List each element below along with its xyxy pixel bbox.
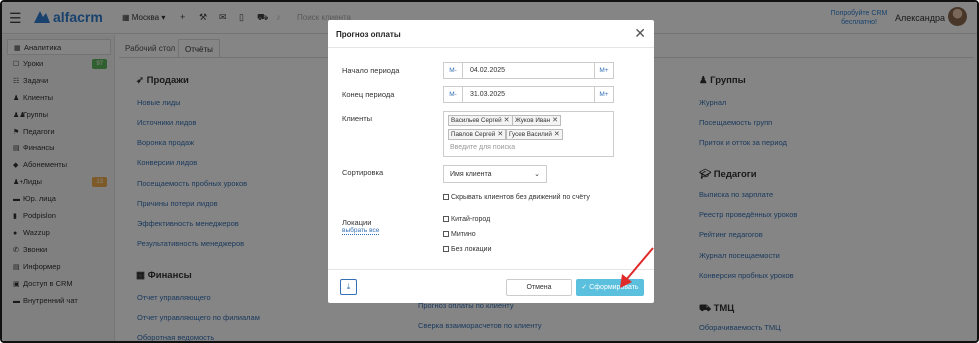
select-all-link[interactable]: выбрать все [342, 227, 380, 235]
clients-search-input[interactable]: Введите для поиска [450, 144, 515, 151]
hide-inactive-label: Скрывать клиентов без движений по счёту [451, 194, 590, 201]
payment-forecast-modal: Прогноз оплаты ✕ Начало периода M- 04.02… [328, 20, 654, 303]
client-tag-label: Гусев Василий [509, 131, 552, 138]
generate-button-label: Сформировать [589, 284, 639, 291]
location-label: Без локации [451, 246, 492, 253]
download-icon: ⤓ [346, 282, 351, 291]
client-tag: Васильев Сергей ✕ [448, 115, 513, 126]
modal-footer: ⤓ Отмена ✓ Сформировать [328, 269, 654, 303]
remove-tag-icon[interactable]: ✕ [554, 131, 560, 138]
client-tag: Павлов Сергей ✕ [448, 129, 507, 140]
checkbox-box[interactable] [443, 216, 449, 222]
month-plus-button[interactable]: M+ [594, 87, 613, 102]
period-end-input[interactable]: 31.03.2025 [470, 91, 505, 98]
checkbox-box[interactable] [443, 246, 449, 252]
cancel-button[interactable]: Отмена [506, 279, 572, 296]
location-label: Митино [451, 231, 476, 238]
modal-title: Прогноз оплаты [336, 30, 401, 39]
month-minus-button[interactable]: M- [444, 87, 463, 102]
location-label: Китай-город [451, 216, 491, 223]
hide-inactive-checkbox[interactable]: Скрывать клиентов без движений по счёту [443, 194, 590, 201]
download-button[interactable]: ⤓ [340, 279, 357, 295]
remove-tag-icon[interactable]: ✕ [552, 117, 558, 124]
client-tag-label: Васильев Сергей [451, 117, 502, 124]
period-start-input[interactable]: 04.02.2025 [470, 67, 505, 74]
remove-tag-icon[interactable]: ✕ [497, 131, 503, 138]
period-end-label: Конец периода [342, 90, 395, 99]
clients-label: Клиенты [342, 114, 373, 123]
checkbox-box[interactable] [443, 231, 449, 237]
close-icon[interactable]: ✕ [634, 25, 646, 42]
month-minus-button[interactable]: M- [444, 63, 463, 78]
locations-label: Локации [342, 218, 372, 227]
modal-header: Прогноз оплаты ✕ [328, 20, 654, 48]
sort-label: Сортировка [342, 168, 384, 177]
clients-multiselect[interactable]: Васильев Сергей ✕ Жуков Иван ✕ Павлов Серг… [443, 111, 614, 157]
chevron-down-icon: ⌄ [534, 171, 540, 178]
checkbox-box[interactable] [443, 194, 449, 200]
client-tag: Жуков Иван ✕ [512, 115, 561, 126]
client-tag-label: Жуков Иван [515, 117, 551, 124]
client-tag-label: Павлов Сергей [451, 131, 496, 138]
remove-tag-icon[interactable]: ✕ [504, 117, 510, 124]
location-checkbox[interactable]: Китай-город [443, 216, 490, 223]
sort-value: Имя клиента [450, 171, 492, 178]
period-end-field: M- 31.03.2025 M+ [443, 86, 614, 103]
sort-select[interactable]: Имя клиента ⌄ [443, 165, 547, 183]
check-icon: ✓ [581, 284, 588, 291]
client-tag: Гусев Василий ✕ [506, 129, 563, 140]
location-checkbox[interactable]: Митино [443, 231, 476, 238]
location-checkbox[interactable]: Без локации [443, 246, 491, 253]
period-start-field: M- 04.02.2025 M+ [443, 62, 614, 79]
month-plus-button[interactable]: M+ [594, 63, 613, 78]
app-window: ☰ alfacrm ▦ Москва ▾ + ⚒ ✉ ▯ ⛟ ♪ Поиск к… [0, 0, 979, 343]
period-start-label: Начало периода [342, 66, 400, 75]
generate-button[interactable]: ✓ Сформировать [576, 279, 644, 296]
